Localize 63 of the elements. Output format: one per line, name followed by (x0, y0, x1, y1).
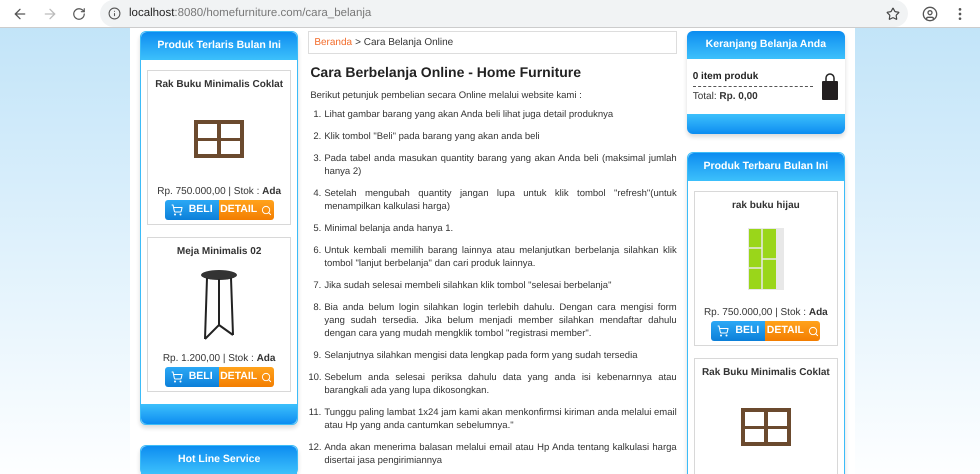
detail-button[interactable]: DETAIL (218, 200, 274, 220)
search-icon (808, 326, 819, 336)
reload-icon[interactable] (72, 6, 86, 20)
step-text: Sebelum anda selesai periksa dahulu data yang anda isi kebenarnnya atau barangkali ada yang lupa dikosongkan. (324, 371, 677, 398)
search-icon (261, 204, 272, 216)
product-name[interactable]: rak buku hijau (732, 198, 800, 213)
shopping-bag-icon (821, 73, 840, 100)
product-price: Rp. 750.000,00 | Stok : Ada (704, 306, 828, 320)
step-text: Bia anda belum login silahkan login terlebih dahulu. Dengan cara mengisi form yang sudah tersedia. Jika belum menjadi member silahkan mendaftar dahulu dengan cara yang mudah mengklik tombol "registrasi member". (324, 301, 677, 340)
step-text: Jika sudah selesai membeli silahkan klik tombol "selesai berbelanja" (324, 279, 612, 292)
detail-button[interactable]: DETAIL (218, 367, 274, 387)
product-price: Rp. 1.200,00 | Stok : Ada (162, 352, 276, 366)
step-text: Anda akan menerima balasan melalui email atau Hp Anda tentang kalkulasi harga disertai jasa pengirimiannya (324, 441, 677, 468)
breadcrumb-link[interactable]: Beranda (314, 35, 352, 50)
address-bar[interactable]: localhost:8080/homefurniture.com/cara_belanja (100, 0, 908, 27)
bookmark-star-icon[interactable] (886, 6, 900, 20)
step-number: 5. (312, 222, 322, 236)
step-number: 1. (312, 108, 322, 122)
cart-icon (717, 325, 730, 337)
step-number: 7. (312, 279, 322, 292)
box-title: Keranjang Belanja Anda (706, 37, 826, 52)
step-text: Klik tombol "Beli" pada barang yang akan anda beli (324, 130, 541, 144)
box-title: Hot Line Service (178, 452, 260, 468)
step-number: 11. (308, 406, 322, 420)
product-name[interactable]: Rak Buku Minimalis Coklat (702, 365, 830, 380)
step-text: Untuk kembali memilih barang lainnya atau melanjutkan berbelanja silahkan klik tombol "lanjut berbelanja" dan cari produk lainnya. (324, 244, 677, 270)
step-text: Tunggu paling lambat 1x24 jam kami akan menkonfirmsi kiriman anda melalui email atau Hp yang anda cantumkan sebelumnya." (324, 406, 677, 432)
product-name[interactable]: Meja Minimalis 02 (176, 244, 262, 259)
step-text: Setelah mengubah quantity jangan lupa untuk klik tombol "refresh"(untuk menampilkan kalkulasi harga) (324, 187, 677, 214)
buy-button[interactable]: BELI (164, 200, 219, 220)
step-number: 9. (312, 349, 322, 362)
cart-icon (170, 371, 183, 383)
intro-text: Berikut petunjuk pembelian secara Online melalui website kami : (310, 89, 583, 103)
breadcrumb-current: > Cara Belanja Online (355, 36, 454, 50)
box-title: Produk Terlaris Bulan Ini (157, 38, 281, 54)
step-number: 4. (312, 187, 322, 202)
cart-icon (170, 204, 183, 216)
search-icon (261, 372, 272, 382)
cart-item-count: 0 item produk (692, 69, 814, 87)
cart-total: Total: Rp. 0,00 (692, 90, 759, 104)
step-number: 12. (308, 441, 323, 456)
step-number: 10. (308, 371, 323, 386)
stool-drawing (199, 269, 240, 341)
profile-icon[interactable] (922, 6, 938, 22)
step-text: Lihat gambar barang yang akan Anda beli lihat juga detail produknya (324, 108, 614, 122)
info-icon (108, 7, 121, 20)
box-title: Produk Terbaru Bulan Ini (704, 159, 828, 174)
detail-button[interactable]: DETAIL (765, 321, 820, 341)
step-number: 8. (312, 301, 322, 316)
step-number: 3. (312, 152, 322, 166)
product-price: Rp. 750.000,00 | Stok : Ada (157, 185, 282, 199)
step-text: Minimal belanja anda hanya 1. (324, 222, 454, 236)
buy-button[interactable]: BELI (711, 321, 766, 341)
product-name[interactable]: Rak Buku Minimalis Coklat (155, 77, 284, 92)
page-heading: Cara Berbelanja Online - Home Furniture (310, 63, 582, 82)
step-number: 2. (312, 130, 322, 144)
step-text: Selanjutnya silahkan mengisi data lengkap pada form yang sudah tersedia (324, 349, 638, 362)
url-text: localhost:8080/homefurniture.com/cara_belanja (129, 6, 372, 21)
buy-button[interactable]: BELI (164, 367, 219, 387)
bookshelf-drawing (746, 226, 786, 292)
back-icon[interactable] (12, 6, 28, 22)
step-text: Pada tabel anda masukan quantity barang yang akan Anda beli (maksimal jumlah hanya 2) (324, 152, 677, 178)
step-number: 6. (312, 244, 322, 258)
